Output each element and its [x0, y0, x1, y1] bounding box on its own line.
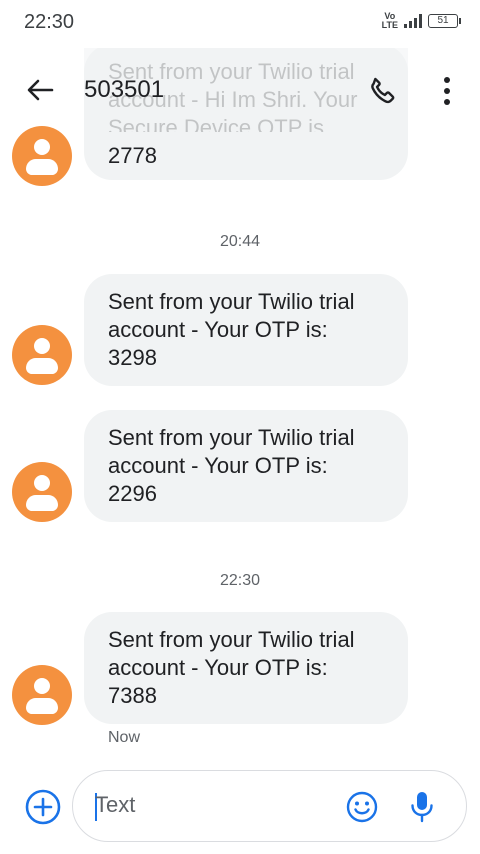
avatar: [12, 325, 72, 385]
person-icon-body: [26, 159, 58, 175]
avatar: [12, 126, 72, 186]
voice-input-button[interactable]: [407, 789, 437, 825]
add-circle-icon: [25, 789, 61, 825]
conversation-title: 503501: [84, 76, 165, 103]
person-icon-head: [34, 338, 50, 354]
compose-bar: Text: [0, 762, 480, 854]
person-icon-body: [26, 495, 58, 511]
message-text-line: 2296: [108, 481, 157, 506]
back-button[interactable]: [24, 74, 56, 106]
message-text-line: account - Your OTP is:: [108, 317, 328, 342]
avatar: [12, 462, 72, 522]
app-bar: Sent from your Twilio trial account - Hi…: [0, 48, 480, 132]
message-bubble[interactable]: Sent from your Twilio trial account - Yo…: [84, 612, 408, 724]
battery-level: 51: [437, 15, 449, 26]
battery-icon: 51: [428, 14, 461, 28]
back-arrow-icon: [27, 79, 54, 101]
person-icon-head: [34, 139, 50, 155]
message-text-line: Sent from your Twilio trial: [108, 425, 355, 450]
emoji-button[interactable]: [345, 790, 379, 824]
message-status: Now: [108, 729, 141, 746]
status-icons: Vo LTE 51: [382, 12, 461, 30]
person-icon-body: [26, 698, 58, 714]
volte-bottom: LTE: [381, 20, 398, 30]
call-button[interactable]: [366, 74, 400, 108]
message-text-line: 7388: [108, 683, 157, 708]
signal-icon: [404, 14, 422, 28]
message-text-line: 3298: [108, 345, 157, 370]
more-vert-icon: [444, 77, 450, 105]
phone-icon: [371, 77, 395, 104]
status-time: 22:30: [24, 11, 75, 33]
avatar: [12, 665, 72, 725]
volte-icon: Vo LTE: [382, 12, 398, 30]
status-bar: 22:30 Vo LTE 51: [0, 0, 480, 48]
person-icon-body: [26, 358, 58, 374]
message-bubble[interactable]: Sent from your Twilio trial account - Yo…: [84, 410, 408, 522]
message-input[interactable]: Text: [72, 770, 467, 842]
message-text-line: 2778: [108, 143, 157, 168]
message-text-line: Sent from your Twilio trial: [108, 289, 355, 314]
message-bubble[interactable]: Sent from your Twilio trial account - Yo…: [84, 274, 408, 386]
timestamp: 20:44: [219, 233, 261, 250]
emoji-icon: [346, 791, 378, 823]
person-icon-head: [34, 678, 50, 694]
message-input-placeholder: Text: [95, 792, 136, 817]
message-text-line: account - Your OTP is:: [108, 453, 328, 478]
person-icon-head: [34, 475, 50, 491]
add-attachment-button[interactable]: [24, 788, 62, 826]
message-text-line: Sent from your Twilio trial: [108, 627, 355, 652]
message-list[interactable]: x x x 2778 20:44 Sent from your Twilio t…: [0, 48, 480, 760]
more-options-button[interactable]: [432, 74, 462, 108]
timestamp: 22:30: [219, 572, 261, 589]
mic-icon: [411, 792, 433, 823]
scrolled-text-line: Secure Device OTP is: [108, 115, 325, 132]
message-text-line: account - Your OTP is:: [108, 655, 328, 680]
